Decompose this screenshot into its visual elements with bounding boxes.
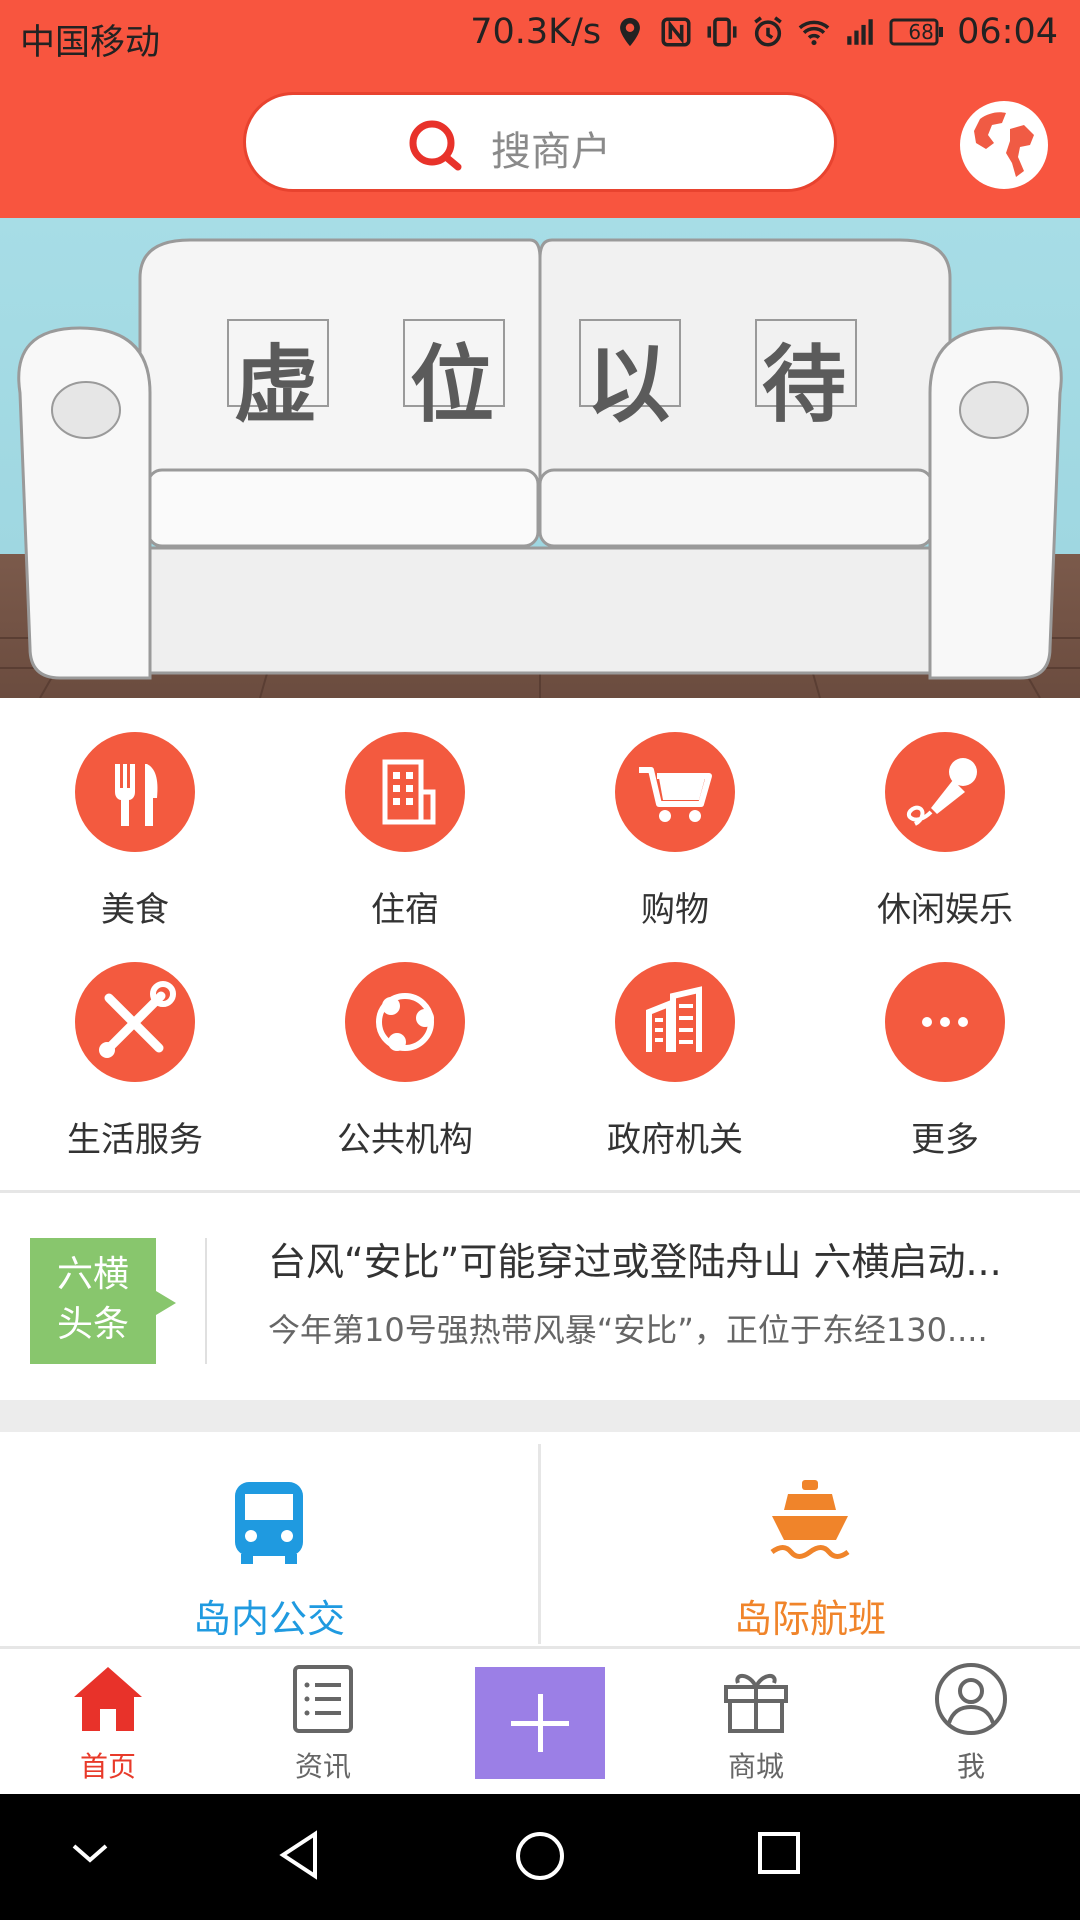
news-tag: 六横 头条 [30, 1238, 176, 1364]
banner-char-4: 待 [762, 335, 847, 434]
category-lodging[interactable]: 住宿 [270, 732, 540, 931]
header: 中国移动 70.3K/s 68 06:04 搜商户 [0, 0, 1080, 218]
category-government[interactable]: 政府机关 [540, 962, 810, 1161]
category-public[interactable]: 公共机构 [270, 962, 540, 1161]
nav-me[interactable]: 我 [896, 1661, 1046, 1785]
office-buildings-icon [646, 986, 702, 1052]
category-food[interactable]: 美食 [0, 732, 270, 931]
utensils-icon [115, 764, 158, 826]
network-speed: 70.3K/s [470, 12, 602, 52]
nav-mall[interactable]: 商城 [681, 1661, 831, 1785]
category-more[interactable]: 更多 [810, 962, 1080, 1161]
section-gap [0, 1400, 1080, 1432]
news-summary: 今年第10号强热带风暴“安比”，正位于东经130.... [268, 1311, 988, 1349]
add-button[interactable] [475, 1667, 605, 1779]
carrier-name: 中国移动 [20, 23, 161, 63]
category-label: 更多 [911, 1120, 979, 1160]
category-label: 政府机关 [607, 1120, 743, 1160]
list-icon [293, 1665, 353, 1733]
nav-label: 首页 [79, 1750, 136, 1783]
clock: 06:04 [957, 12, 1058, 52]
vibrate-icon [707, 17, 737, 47]
news-title[interactable]: 台风“安比”可能穿过或登陆舟山 六横启动... [268, 1231, 1048, 1286]
category-grid: 美食 住宿 购物 休闲娱乐 生活服务 公共机构 政府机关 更多 [0, 700, 1080, 1190]
back-icon[interactable] [275, 1830, 325, 1880]
search-placeholder: 搜商户 [491, 129, 611, 175]
banner-char-1: 虚 [234, 335, 319, 434]
headline-news[interactable]: 六横 头条 台风“安比”可能穿过或登陆舟山 六横启动... 今年第10号强热带风… [0, 1190, 1080, 1403]
transport-section: 岛内公交 岛际航班 [0, 1432, 1080, 1644]
category-label: 购物 [641, 890, 709, 930]
category-label: 公共机构 [337, 1120, 473, 1160]
building-icon [382, 759, 436, 825]
category-label: 美食 [101, 890, 169, 930]
tools-icon [99, 981, 176, 1058]
category-label: 生活服务 [67, 1120, 203, 1160]
category-entertainment[interactable]: 休闲娱乐 [810, 732, 1080, 931]
more-icon [922, 1017, 968, 1027]
ferry-entry[interactable]: 岛际航班 [541, 1432, 1079, 1644]
status-icons: 70.3K/s 68 06:04 [470, 12, 1058, 52]
sofa-illustration [0, 238, 1080, 698]
nav-label: 我 [956, 1750, 985, 1783]
gift-icon [724, 1674, 788, 1733]
category-shopping[interactable]: 购物 [540, 732, 810, 931]
news-tag-line2: 头条 [56, 1304, 129, 1345]
status-bar: 中国移动 70.3K/s 68 06:04 [0, 0, 1080, 75]
search-icon [409, 120, 462, 171]
microphone-icon [906, 758, 977, 826]
nav-home[interactable]: 首页 [33, 1661, 183, 1785]
recents-icon[interactable] [756, 1830, 802, 1876]
bus-icon [235, 1482, 303, 1564]
user-icon [935, 1663, 1007, 1735]
home-icon [74, 1667, 142, 1731]
bus-entry[interactable]: 岛内公交 [0, 1432, 538, 1644]
globe-icon[interactable] [958, 99, 1050, 191]
banner-char-2: 位 [410, 335, 495, 434]
category-label: 住宿 [371, 890, 439, 930]
nfc-icon [661, 17, 691, 47]
ferry-label: 岛际航班 [733, 1597, 886, 1641]
category-services[interactable]: 生活服务 [0, 962, 270, 1161]
news-divider [205, 1238, 207, 1364]
signal-icon [847, 19, 873, 45]
network-icon [376, 993, 434, 1051]
search-bar[interactable]: 搜商户 [243, 92, 837, 192]
nav-label: 资讯 [294, 1750, 351, 1783]
bottom-navigation: 首页 资讯 商城 我 [0, 1646, 1080, 1797]
nav-label: 商城 [727, 1750, 784, 1783]
promo-banner[interactable]: 虚 位 以 待 [0, 218, 1080, 698]
system-navigation-bar [0, 1794, 1080, 1920]
alarm-icon [754, 16, 782, 47]
cart-icon [639, 767, 712, 822]
news-tag-line1: 六横 [56, 1254, 129, 1295]
collapse-icon[interactable] [68, 1830, 112, 1874]
location-icon [620, 17, 641, 47]
home-circle-icon[interactable] [514, 1830, 566, 1882]
battery-level: 68 [908, 20, 934, 44]
banner-char-3: 以 [586, 335, 671, 434]
bus-label: 岛内公交 [192, 1597, 345, 1641]
wifi-icon [798, 20, 830, 46]
ship-icon [770, 1480, 850, 1559]
nav-news[interactable]: 资讯 [248, 1661, 398, 1785]
category-label: 休闲娱乐 [877, 890, 1013, 930]
